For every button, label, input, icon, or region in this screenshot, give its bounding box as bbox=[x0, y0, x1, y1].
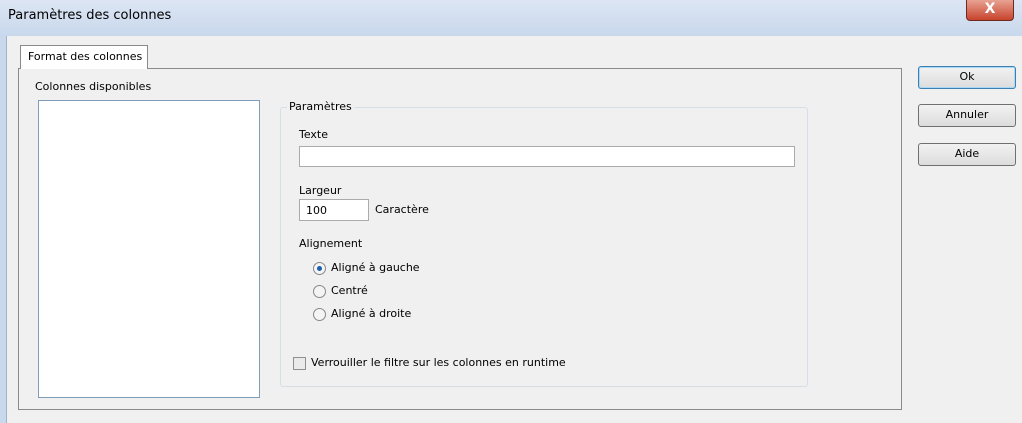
alignment-label: Alignement bbox=[299, 237, 363, 250]
align-left-label: Aligné à gauche bbox=[331, 261, 420, 274]
available-columns-list[interactable] bbox=[38, 100, 260, 398]
width-input[interactable] bbox=[299, 199, 369, 221]
window-title: Paramètres des colonnes bbox=[8, 8, 172, 23]
text-input[interactable] bbox=[299, 146, 795, 167]
align-right-radio[interactable] bbox=[313, 308, 326, 321]
align-right-label: Aligné à droite bbox=[331, 307, 412, 320]
lock-filter-checkbox[interactable] bbox=[293, 357, 306, 370]
align-left-radio[interactable] bbox=[313, 262, 326, 275]
tab-format-des-colonnes[interactable]: Format des colonnes bbox=[20, 45, 148, 69]
width-label: Largeur bbox=[299, 184, 342, 197]
available-columns-label: Colonnes disponibles bbox=[35, 80, 152, 93]
title-bar: Paramètres des colonnes bbox=[0, 0, 1022, 36]
close-icon: X bbox=[984, 1, 996, 17]
ok-button[interactable]: Ok bbox=[918, 66, 1016, 89]
lock-filter-label: Verrouiller le filtre sur les colonnes e… bbox=[311, 356, 566, 369]
window-frame-left bbox=[0, 36, 7, 423]
text-label: Texte bbox=[299, 128, 329, 141]
align-center-label: Centré bbox=[331, 284, 368, 297]
help-button[interactable]: Aide bbox=[918, 143, 1016, 166]
align-center-radio[interactable] bbox=[313, 285, 326, 298]
cancel-button[interactable]: Annuler bbox=[918, 104, 1016, 127]
parameters-group-title: Paramètres bbox=[287, 100, 354, 113]
width-unit-label: Caractère bbox=[375, 203, 429, 216]
tab-label: Format des colonnes bbox=[28, 50, 143, 63]
close-button[interactable]: X bbox=[966, 0, 1014, 21]
